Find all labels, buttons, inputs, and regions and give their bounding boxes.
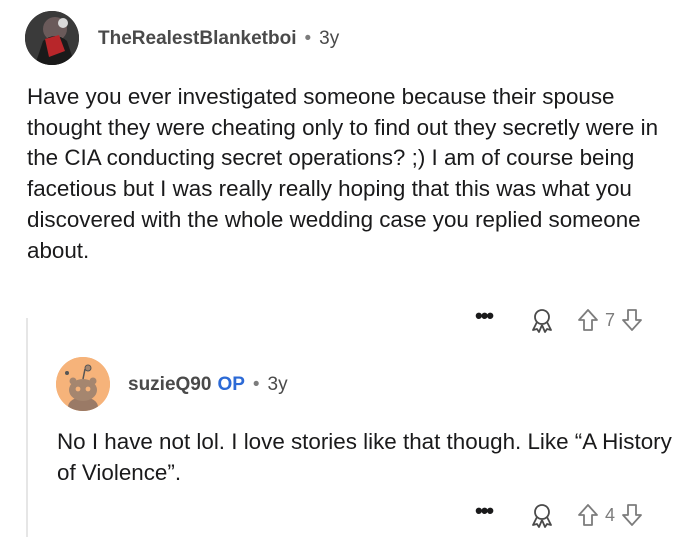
- more-options-icon[interactable]: •••: [475, 305, 505, 327]
- meta-separator: •: [252, 374, 260, 395]
- award-icon[interactable]: [529, 502, 555, 528]
- comment-body: No I have not lol. I love stories like t…: [57, 429, 672, 485]
- avatar[interactable]: [56, 357, 110, 411]
- username[interactable]: TheRealestBlanketboi: [98, 28, 297, 49]
- vote-count: 4: [605, 504, 616, 525]
- comment-actions: ••• 4: [475, 500, 643, 530]
- thread-line: [26, 318, 28, 537]
- more-options-icon[interactable]: •••: [475, 500, 505, 522]
- username[interactable]: suzieQ90: [128, 374, 211, 395]
- avatar[interactable]: [25, 11, 79, 65]
- award-icon[interactable]: [529, 307, 555, 333]
- comment-meta: suzieQ90 OP • 3y: [128, 373, 288, 397]
- comment-actions: ••• 7: [475, 305, 643, 335]
- upvote-icon[interactable]: [577, 308, 599, 332]
- meta-separator: •: [304, 28, 312, 49]
- op-badge: OP: [217, 374, 245, 395]
- downvote-icon[interactable]: [621, 308, 643, 332]
- comment-age: 3y: [267, 374, 288, 395]
- vote-count: 7: [605, 309, 616, 330]
- downvote-icon[interactable]: [621, 503, 643, 527]
- comment-body: Have you ever investigated someone becau…: [27, 84, 659, 263]
- comment-age: 3y: [319, 28, 340, 49]
- comment-meta: TheRealestBlanketboi • 3y: [98, 27, 339, 51]
- upvote-icon[interactable]: [577, 503, 599, 527]
